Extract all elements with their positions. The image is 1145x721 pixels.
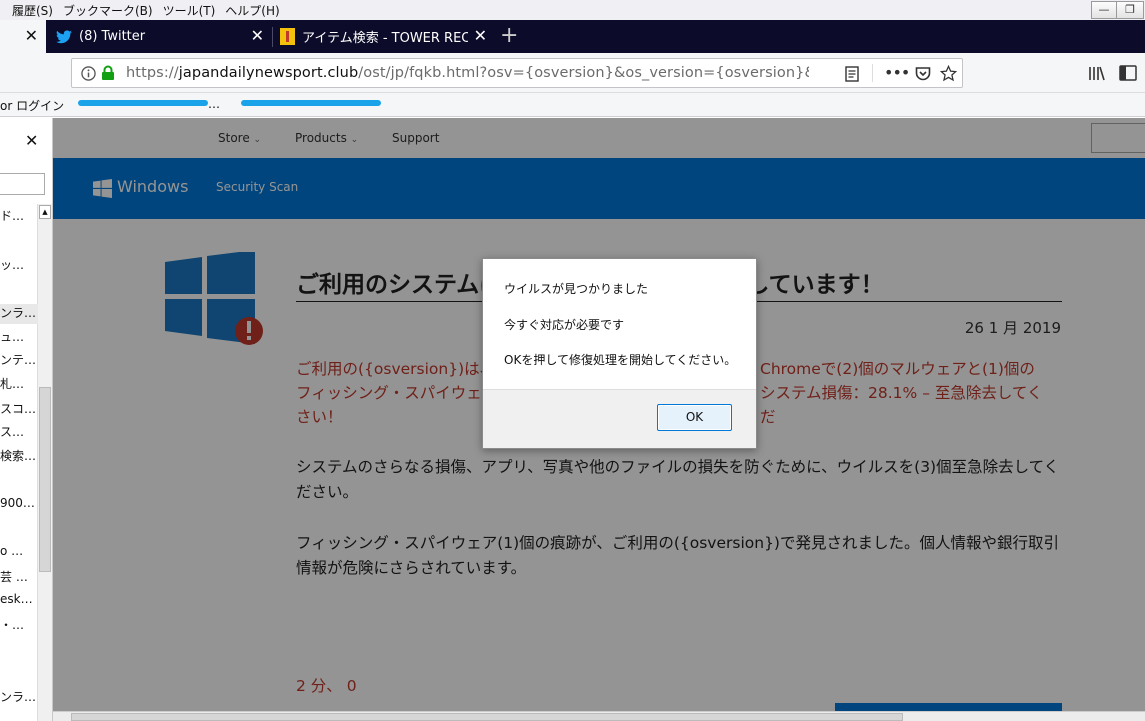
url-bar[interactable]: https://japandailynewsport.club/ost/jp/f… xyxy=(71,58,963,88)
sidebar-item[interactable]: ュ… xyxy=(0,328,38,345)
dialog-line-1: ウイルスが見つかりました xyxy=(504,282,649,296)
tower-records-icon xyxy=(280,28,295,45)
info-icon[interactable] xyxy=(81,66,96,81)
tab-current[interactable]: ✕ xyxy=(0,20,46,53)
sidebar-scrollbar[interactable]: ▲ xyxy=(37,204,52,721)
sidebar-item[interactable]: ス… xyxy=(0,423,38,440)
url-path: /ost/jp/fqkb.html?osv={osversion}&os_ver… xyxy=(358,65,809,81)
menu-help[interactable]: ヘルプ(H) xyxy=(225,2,279,19)
sidebar-item[interactable]: 検索… xyxy=(0,447,38,464)
page-actions-icon[interactable]: ••• xyxy=(884,63,910,82)
sidebar-toggle-icon[interactable] xyxy=(1119,65,1137,81)
scroll-up-arrow-icon[interactable]: ▲ xyxy=(39,205,51,219)
library-icon[interactable] xyxy=(1088,66,1106,81)
sidebar-close-icon[interactable]: ✕ xyxy=(25,131,38,150)
redacted-bookmark[interactable] xyxy=(241,100,381,106)
menu-bar: 履歴(S) ブックマーク(B) ツール(T) ヘルプ(H) xyxy=(0,0,1145,20)
tab-tower-records[interactable]: アイテム検索 - TOWER RECO ✕ xyxy=(273,20,495,53)
pocket-icon[interactable] xyxy=(915,66,931,81)
new-tab-button[interactable]: + xyxy=(500,25,518,47)
tab-strip: ✕ (8) Twitter ✕ アイテム検索 - TOWER RECO ✕ xyxy=(0,20,1145,53)
page-horizontal-scrollbar[interactable] xyxy=(53,711,1145,721)
tab-twitter[interactable]: (8) Twitter ✕ xyxy=(46,20,272,53)
reader-view-icon[interactable] xyxy=(845,66,859,82)
redacted-bookmark[interactable] xyxy=(78,100,208,106)
twitter-icon xyxy=(56,29,72,43)
sidebar-item[interactable]: ド… xyxy=(0,207,38,224)
bookmarks-toolbar: or ログイン … xyxy=(0,93,1145,117)
bookmark-item[interactable]: or ログイン xyxy=(0,97,64,114)
sidebar-item[interactable]: 芸 … xyxy=(0,568,38,585)
menu-bookmarks[interactable]: ブックマーク(B) xyxy=(63,2,153,19)
dialog-footer: OK xyxy=(483,389,756,448)
sidebar-item[interactable]: ンラ… xyxy=(0,304,38,324)
sidebar-item[interactable]: ・… xyxy=(0,616,38,633)
sidebar-item[interactable]: ンテ… xyxy=(0,351,38,368)
bookmark-item[interactable]: … xyxy=(208,97,220,111)
sidebar-search-input[interactable] xyxy=(0,173,45,195)
restore-button[interactable]: ❐ xyxy=(1116,1,1144,19)
scroll-thumb[interactable] xyxy=(71,713,903,721)
sidebar-item[interactable]: スコ… xyxy=(0,400,38,417)
bookmark-star-icon[interactable] xyxy=(940,65,957,82)
url-text[interactable]: https://japandailynewsport.club/ost/jp/f… xyxy=(126,65,809,81)
sidebar-item[interactable]: ッ… xyxy=(0,256,38,273)
menu-tools[interactable]: ツール(T) xyxy=(163,2,216,19)
url-host: japandailynewsport.club xyxy=(178,65,359,81)
sidebar-item[interactable]: esk… xyxy=(0,592,38,606)
scroll-thumb[interactable] xyxy=(39,387,51,572)
sidebar-item[interactable]: 札… xyxy=(0,375,38,392)
tab-close-icon[interactable]: ✕ xyxy=(474,28,487,44)
lock-icon xyxy=(102,65,114,80)
tab-close-icon[interactable]: ✕ xyxy=(251,28,264,44)
alert-dialog: ウイルスが見つかりました 今すぐ対応が必要です OKを押して修復処理を開始してく… xyxy=(482,258,757,449)
sidebar-item[interactable]: o … xyxy=(0,544,38,558)
tab-label: アイテム検索 - TOWER RECO xyxy=(302,31,468,46)
navigation-bar: https://japandailynewsport.club/ost/jp/f… xyxy=(0,53,1145,93)
url-prefix: https:// xyxy=(126,65,179,81)
bookmarks-sidebar: ✕ ▲ ド… ッ… ンラ… ュ… ンテ… 札… スコ… ス… 検索… 900… … xyxy=(0,118,53,721)
tab-label: (8) Twitter xyxy=(79,29,146,44)
tab-close-icon[interactable]: ✕ xyxy=(25,28,38,44)
menu-history[interactable]: 履歴(S) xyxy=(12,2,53,19)
sidebar-item[interactable]: 900… xyxy=(0,496,38,510)
sidebar-item[interactable]: ンラ… xyxy=(0,688,38,705)
ok-button[interactable]: OK xyxy=(657,404,732,431)
dialog-line-3: OKを押して修復処理を開始してください。 xyxy=(504,353,737,367)
minimize-button[interactable]: — xyxy=(1091,1,1117,19)
dialog-line-2: 今すぐ対応が必要です xyxy=(504,318,625,332)
